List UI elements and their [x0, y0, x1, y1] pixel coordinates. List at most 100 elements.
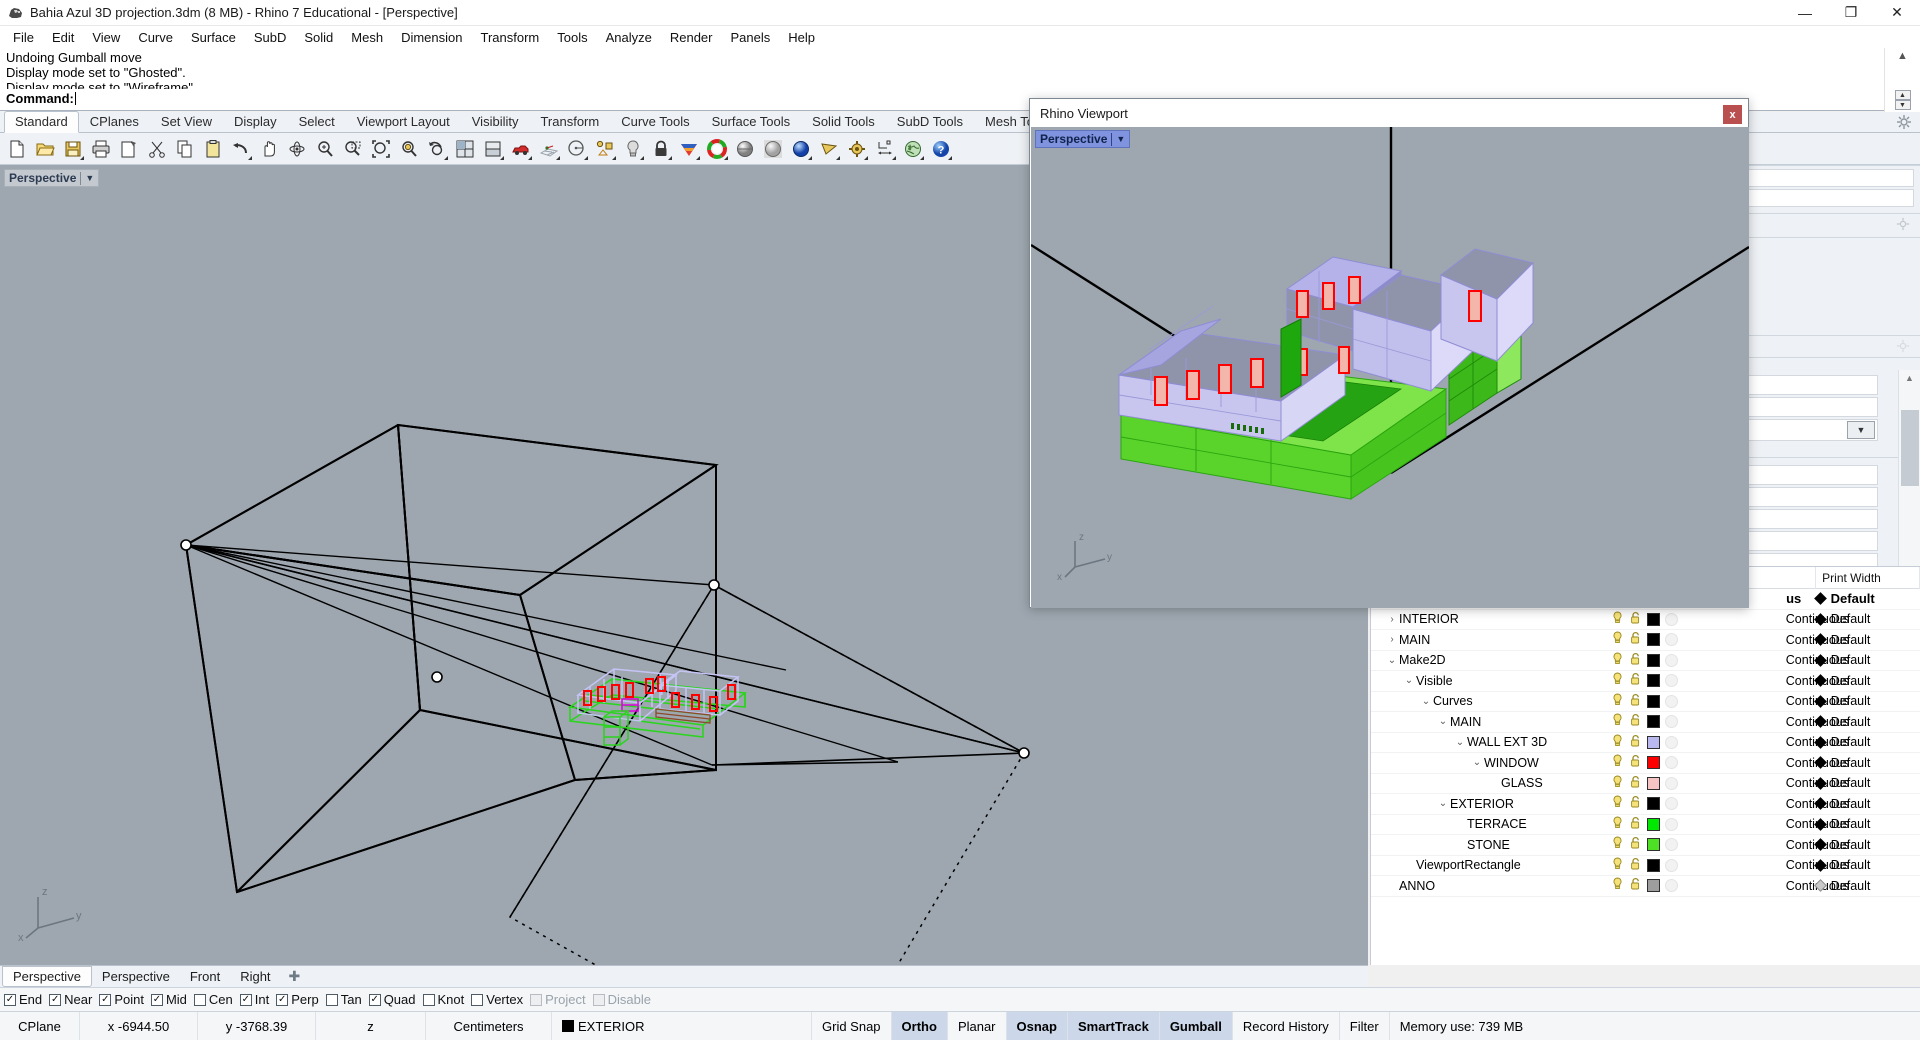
osnap-near[interactable]: ✓Near — [49, 992, 92, 1007]
status-toggle-ortho[interactable]: Ortho — [892, 1012, 948, 1040]
toolbar-tab-cplanes[interactable]: CPlanes — [79, 111, 150, 132]
layer-material-icon[interactable] — [1665, 736, 1678, 749]
layer-name-cell[interactable]: ›INTERIOR — [1371, 610, 1605, 630]
layer-name-cell[interactable]: GLASS — [1371, 774, 1605, 794]
layer-name-cell[interactable]: ANNO — [1371, 876, 1605, 896]
scroll-thumb[interactable] — [1901, 410, 1919, 486]
layer-print-width[interactable]: Default — [1812, 715, 1920, 729]
osnap-vertex[interactable]: Vertex — [471, 992, 523, 1007]
chevron-down-icon[interactable]: ⌄ — [1436, 798, 1450, 809]
layer-visibility-bulb-icon[interactable] — [1611, 775, 1624, 792]
osnap-tan[interactable]: Tan — [326, 992, 362, 1007]
minimize-button[interactable]: — — [1782, 0, 1828, 26]
lock-icon[interactable] — [648, 136, 674, 162]
layer-linetype[interactable]: Continuous — [1692, 838, 1812, 852]
layer-visibility-bulb-icon[interactable] — [1611, 713, 1624, 730]
layer-visibility-bulb-icon[interactable] — [1611, 693, 1624, 710]
layer-color-swatch[interactable] — [1647, 695, 1660, 708]
table-row[interactable]: ⌄EXTERIOR ContinuousDefault — [1371, 794, 1920, 815]
layer-linetype[interactable]: Continuous — [1692, 633, 1812, 647]
dialog-viewport-label[interactable]: Perspective ▼ — [1035, 130, 1130, 148]
layer-visibility-bulb-icon[interactable] — [1611, 672, 1624, 689]
cut-icon[interactable] — [144, 136, 170, 162]
table-row[interactable]: ⌄MAINContinuousDefault — [1371, 712, 1920, 733]
status-current-layer[interactable]: EXTERIOR — [552, 1012, 812, 1040]
layer-name-cell[interactable]: ⌄WINDOW — [1371, 753, 1605, 773]
layer-linetype[interactable]: Continuous — [1692, 612, 1812, 626]
dialog-close-button[interactable]: x — [1723, 105, 1742, 124]
rotate-view-icon[interactable] — [284, 136, 310, 162]
layer-lock-icon[interactable] — [1629, 734, 1642, 751]
layer-linetype[interactable]: Continuous — [1692, 797, 1812, 811]
status-toggle-filter[interactable]: Filter — [1340, 1012, 1390, 1040]
layer-col-printwidth[interactable]: Print Width — [1816, 567, 1920, 589]
split-viewport-icon[interactable] — [480, 136, 506, 162]
toolbar-tab-viewport-layout[interactable]: Viewport Layout — [346, 111, 461, 132]
layer-color-swatch[interactable] — [1647, 715, 1660, 728]
layer-color-swatch[interactable] — [1647, 838, 1660, 851]
layer-visibility-bulb-icon[interactable] — [1611, 631, 1624, 648]
copy-to-clipboard-icon[interactable] — [116, 136, 142, 162]
shaded-sphere-icon[interactable] — [732, 136, 758, 162]
osnap-quad[interactable]: ✓Quad — [369, 992, 416, 1007]
layer-linetype[interactable]: Continuous — [1692, 858, 1812, 872]
table-row[interactable]: ›INTERIORContinuousDefault — [1371, 610, 1920, 631]
chevron-right-icon[interactable]: › — [1385, 614, 1399, 625]
status-toggle-planar[interactable]: Planar — [948, 1012, 1007, 1040]
color-wheel-icon[interactable] — [704, 136, 730, 162]
copy-icon[interactable] — [172, 136, 198, 162]
menu-surface[interactable]: Surface — [182, 28, 245, 47]
chevron-down-icon[interactable]: ▼ — [1847, 421, 1875, 439]
layer-linetype[interactable]: Continuous — [1692, 674, 1812, 688]
checkbox-icon[interactable]: ✓ — [99, 994, 111, 1006]
checkbox-icon[interactable]: ✓ — [151, 994, 163, 1006]
layer-material-icon[interactable] — [1665, 797, 1678, 810]
status-toggle-gumball[interactable]: Gumball — [1160, 1012, 1233, 1040]
layer-visibility-bulb-icon[interactable] — [1611, 836, 1624, 853]
chevron-down-icon[interactable]: ⌄ — [1385, 655, 1399, 666]
menu-view[interactable]: View — [83, 28, 129, 47]
display-color-icon[interactable] — [676, 136, 702, 162]
menu-panels[interactable]: Panels — [721, 28, 779, 47]
layer-linetype[interactable]: Continuous — [1692, 756, 1812, 770]
layer-print-width[interactable]: Default — [1812, 776, 1920, 790]
chevron-down-icon[interactable]: ⌄ — [1402, 675, 1416, 686]
chevron-down-icon[interactable]: ⌄ — [1419, 696, 1433, 707]
zoom-extents-icon[interactable] — [368, 136, 394, 162]
chevron-down-icon[interactable]: ⌄ — [1470, 757, 1484, 768]
layer-color-swatch[interactable] — [1647, 633, 1660, 646]
layer-color-swatch[interactable] — [1647, 859, 1660, 872]
table-row[interactable]: ⌄WALL EXT 3DContinuousDefault — [1371, 733, 1920, 754]
layer-linetype[interactable]: Continuous — [1692, 817, 1812, 831]
rhino-viewport-dialog[interactable]: Rhino Viewport x Perspective ▼ — [1029, 98, 1749, 608]
osnap-knot[interactable]: Knot — [423, 992, 465, 1007]
table-row[interactable]: ⌄CurvesContinuousDefault — [1371, 692, 1920, 713]
checkbox-icon[interactable] — [471, 994, 483, 1006]
layer-lock-icon[interactable] — [1629, 836, 1642, 853]
layer-material-icon[interactable] — [1665, 654, 1678, 667]
toolbar-options-gear-icon[interactable] — [1896, 114, 1912, 130]
layer-visibility-bulb-icon[interactable] — [1611, 795, 1624, 812]
layer-print-width[interactable]: Default — [1812, 858, 1920, 872]
rendered-sphere-icon[interactable] — [788, 136, 814, 162]
layer-name-cell[interactable]: ⌄EXTERIOR — [1371, 794, 1605, 814]
toolbar-tab-surface-tools[interactable]: Surface Tools — [701, 111, 802, 132]
chevron-right-icon[interactable]: › — [1385, 634, 1399, 645]
scroll-up-icon[interactable]: ▲ — [1899, 370, 1920, 386]
table-row[interactable]: GLASS ContinuousDefault — [1371, 774, 1920, 795]
layer-name-cell[interactable]: ⌄Curves — [1371, 692, 1605, 712]
osnap-cen[interactable]: Cen — [194, 992, 233, 1007]
menu-mesh[interactable]: Mesh — [342, 28, 392, 47]
layer-linetype[interactable]: Continuous — [1692, 776, 1812, 790]
spinner-down-icon[interactable]: ▼ — [1895, 100, 1911, 110]
layer-print-width[interactable]: Default — [1812, 797, 1920, 811]
checkbox-icon[interactable] — [326, 994, 338, 1006]
chevron-down-icon[interactable]: ▼ — [85, 173, 94, 183]
layer-color-swatch[interactable] — [1647, 797, 1660, 810]
chevron-down-icon[interactable]: ▼ — [1116, 134, 1125, 144]
zoom-previous-icon[interactable] — [424, 136, 450, 162]
table-row[interactable]: STONEContinuousDefault — [1371, 835, 1920, 856]
close-button[interactable]: ✕ — [1874, 0, 1920, 26]
layer-material-icon[interactable] — [1665, 859, 1678, 872]
osnap-end[interactable]: ✓End — [4, 992, 42, 1007]
